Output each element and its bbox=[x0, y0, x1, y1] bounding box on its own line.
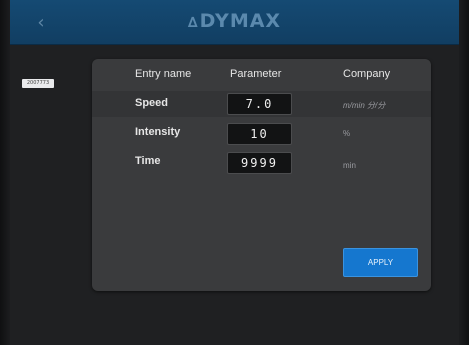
intensity-unit: % bbox=[343, 129, 351, 138]
time-value-field[interactable]: 9999 bbox=[227, 152, 292, 174]
intensity-value-field[interactable]: 10 bbox=[227, 123, 292, 145]
row-label-time: Time bbox=[135, 155, 161, 167]
column-header-entry-name: Entry name bbox=[135, 68, 192, 80]
column-header-parameter: Parameter bbox=[230, 68, 282, 80]
screen: ‹ ∆DYMAX 2007773 Entry name Parameter Co… bbox=[0, 0, 469, 345]
logo-mark: ∆ bbox=[187, 15, 199, 31]
logo-text: DYMAX bbox=[199, 10, 282, 32]
apply-button[interactable]: APPLY bbox=[343, 248, 418, 277]
bezel-right bbox=[459, 0, 469, 345]
time-unit: min bbox=[343, 161, 356, 170]
bezel-left bbox=[0, 0, 10, 345]
row-label-intensity: Intensity bbox=[135, 126, 181, 138]
side-tag: 2007773 bbox=[22, 79, 54, 88]
header-bar: ‹ ∆DYMAX bbox=[10, 0, 459, 45]
row-label-speed: Speed bbox=[135, 97, 169, 109]
speed-unit: m/min 分/分 bbox=[343, 101, 386, 110]
column-header-company: Company bbox=[343, 68, 391, 80]
settings-panel: Entry name Parameter Company Speed 7.0 m… bbox=[92, 59, 431, 291]
dymax-logo: ∆DYMAX bbox=[10, 10, 459, 32]
speed-value-field[interactable]: 7.0 bbox=[227, 93, 292, 115]
